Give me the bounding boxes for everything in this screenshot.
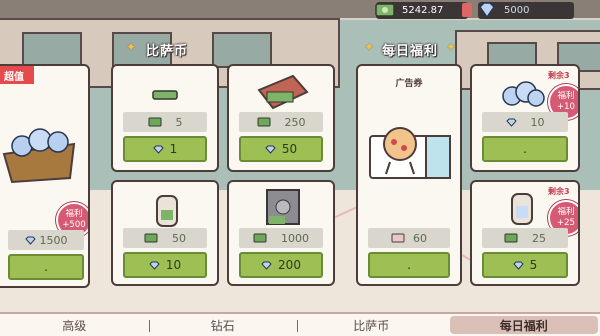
cash-icon xyxy=(375,3,395,17)
amount-bar: 10 xyxy=(482,112,568,132)
remaining-count: 剩余3 xyxy=(548,187,570,196)
daily-welfare-card[interactable]: 剩余3 福利 +25 25 5 xyxy=(470,180,580,286)
cash-icon xyxy=(148,117,161,127)
diamond-icon xyxy=(149,261,160,270)
cash-icon xyxy=(144,233,158,243)
tab-daily-welfare[interactable]: 每日福利 xyxy=(449,316,598,334)
diamond-icon xyxy=(479,2,495,19)
remaining-count: 剩余3 xyxy=(548,71,570,80)
diamond-icon xyxy=(265,145,276,154)
daily-welfare-card[interactable]: 剩余3 福利 +10 10 . xyxy=(470,64,580,172)
cash-icon xyxy=(257,117,270,127)
amount-bar: 60 xyxy=(368,228,450,248)
buy-button[interactable]: . xyxy=(8,254,84,280)
tab-premium[interactable]: 高级 xyxy=(0,314,149,336)
sparkle-icon: ✦ xyxy=(126,40,137,54)
ad-ticket-title: 广告券 xyxy=(395,79,423,89)
pizza-ticket-icon xyxy=(369,127,451,179)
pizza-coin-card[interactable]: 50 10 xyxy=(111,180,219,286)
buy-button[interactable]: 5 xyxy=(482,252,568,278)
tab-diamonds[interactable]: 钻石 xyxy=(148,314,298,336)
diamond-icon xyxy=(505,118,517,127)
cash-value: 5242.87 xyxy=(402,5,444,16)
pizza-coin-card[interactable]: 5 1 xyxy=(111,64,219,172)
buy-button[interactable]: 50 xyxy=(239,136,323,162)
amount-bar: 1000 xyxy=(239,228,323,248)
amount-bar: 50 xyxy=(123,228,207,248)
diamond-icon xyxy=(24,236,36,245)
ad-ticket-card[interactable]: 广告券 60 . xyxy=(356,64,462,286)
diamond-cart-icon xyxy=(2,128,76,184)
featured-card[interactable]: 超值 福利 +500 1500 . xyxy=(0,64,90,288)
amount-bar: 25 xyxy=(482,228,568,248)
cash-jar-icon xyxy=(156,195,178,227)
diamond-icon xyxy=(152,145,164,154)
diamond-icon xyxy=(261,261,272,270)
sparkle-icon: ✦ xyxy=(364,40,375,54)
diamond-icon xyxy=(512,261,524,270)
section-title-pizza-coins: 比萨币 xyxy=(146,44,189,59)
buy-button[interactable]: 10 xyxy=(123,252,207,278)
add-cash-button[interactable] xyxy=(462,3,472,17)
diamond-jar-icon xyxy=(511,193,533,225)
buy-button[interactable]: 1 xyxy=(123,136,207,162)
buy-button[interactable]: 200 xyxy=(239,252,323,278)
cash-box-icon xyxy=(257,74,309,110)
gem-value: 5000 xyxy=(504,5,530,16)
safe-icon xyxy=(266,189,300,225)
amount-bar: 5 xyxy=(123,112,207,132)
price-bar: 1500 xyxy=(8,230,84,250)
cash-icon xyxy=(152,90,178,100)
cash-icon xyxy=(253,233,267,243)
ticket-icon xyxy=(391,233,405,243)
claim-button[interactable]: . xyxy=(482,136,568,162)
cash-counter[interactable]: 5242.87 xyxy=(375,2,472,19)
cash-icon xyxy=(504,233,518,243)
value-tag: 超值 xyxy=(0,66,34,84)
amount-bar: 250 xyxy=(239,112,323,132)
sparkle-icon: ✦ xyxy=(446,40,457,54)
section-title-daily-welfare: 每日福利 xyxy=(382,44,439,59)
bottom-tab-bar: 高级 钻石 比萨币 每日福利 xyxy=(0,312,600,336)
gem-counter[interactable]: 5000 xyxy=(478,2,574,19)
diamond-pile-icon xyxy=(502,81,545,107)
pizza-coin-card[interactable]: 250 50 xyxy=(227,64,335,172)
watch-ad-button[interactable]: . xyxy=(368,252,450,278)
tab-pizza-coins[interactable]: 比萨币 xyxy=(297,314,446,336)
pizza-coin-card[interactable]: 1000 200 xyxy=(227,180,335,286)
